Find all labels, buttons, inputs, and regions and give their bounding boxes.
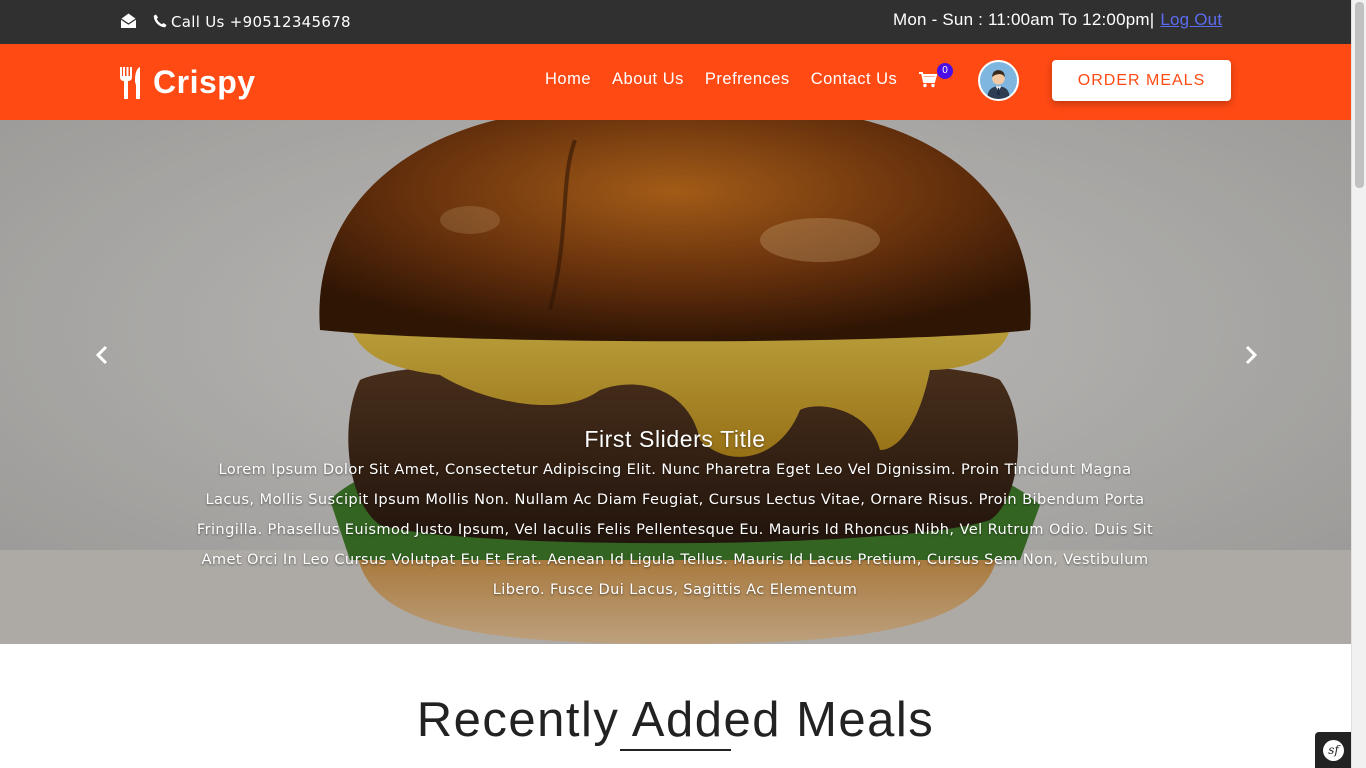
call-us-text: Call Us +90512345678 bbox=[171, 13, 351, 31]
nav-about-us[interactable]: About Us bbox=[612, 70, 684, 89]
page-scrollbar[interactable] bbox=[1351, 0, 1366, 768]
scrollbar-thumb[interactable] bbox=[1355, 2, 1364, 188]
brand-logo[interactable]: Crispy bbox=[119, 64, 256, 101]
main-navbar: Crispy Home About Us Prefrences Contact … bbox=[0, 44, 1351, 120]
fork-knife-icon bbox=[120, 66, 140, 99]
opening-hours: Mon - Sun : 11:00am To 12:00pm| Log Out bbox=[893, 10, 1222, 30]
nav-links: Home About Us Prefrences Contact Us bbox=[545, 70, 918, 89]
heading-underline bbox=[620, 749, 731, 751]
nav-preferences[interactable]: Prefrences bbox=[705, 70, 790, 89]
nav-contact-us[interactable]: Contact Us bbox=[811, 70, 898, 89]
phone-icon bbox=[153, 14, 167, 28]
logout-link[interactable]: Log Out bbox=[1160, 10, 1222, 29]
recently-added-heading: Recently Added Meals bbox=[416, 693, 935, 747]
slide-description: Lorem Ipsum Dolor Sit Amet, Consectetur … bbox=[196, 461, 1154, 598]
slide-caption: First Sliders Title Lorem Ipsum Dolor Si… bbox=[195, 426, 1155, 605]
chevron-right-icon[interactable] bbox=[1235, 340, 1265, 370]
nav-home[interactable]: Home bbox=[545, 70, 591, 89]
order-meals-button[interactable]: ORDER MEALS bbox=[1052, 60, 1231, 101]
debug-toolbar-toggle[interactable]: sf bbox=[1315, 732, 1351, 768]
user-avatar-icon bbox=[980, 62, 1017, 99]
symfony-icon: sf bbox=[1323, 740, 1344, 761]
slide-title: First Sliders Title bbox=[584, 426, 766, 452]
envelope-open-icon bbox=[120, 13, 137, 28]
shopping-cart-icon[interactable] bbox=[919, 72, 937, 88]
user-avatar[interactable] bbox=[978, 60, 1019, 101]
chevron-left-icon[interactable] bbox=[88, 340, 118, 370]
brand-name: Crispy bbox=[153, 64, 256, 100]
cart-count-badge: 0 bbox=[937, 63, 953, 79]
top-info-bar: Call Us +90512345678 Mon - Sun : 11:00am… bbox=[0, 0, 1351, 44]
hours-text: Mon - Sun : 11:00am To 12:00pm| bbox=[893, 10, 1155, 29]
hero-carousel: First Sliders Title Lorem Ipsum Dolor Si… bbox=[0, 120, 1351, 644]
